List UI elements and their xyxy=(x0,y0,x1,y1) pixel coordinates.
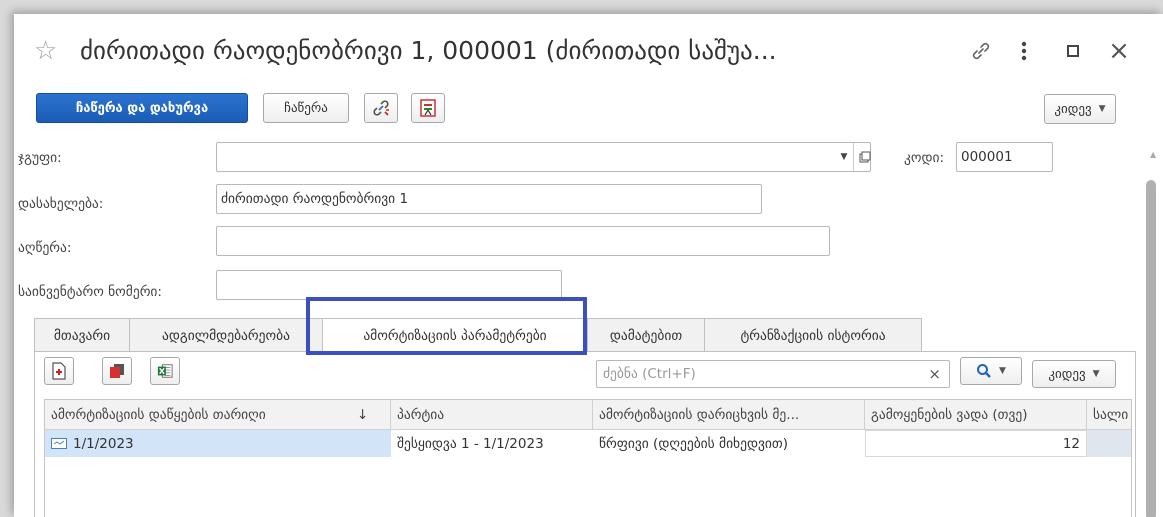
open-icon[interactable] xyxy=(853,143,875,171)
chevron-down-icon: ▼ xyxy=(999,366,1006,376)
cell-term[interactable]: 12 xyxy=(865,430,1087,457)
table-row[interactable]: 1/1/2023 შესყიდვა 1 - 1/1/2023 წრფივი (დ… xyxy=(45,430,1131,457)
column-header-term[interactable]: გამოყენების ვადა (თვე) xyxy=(865,400,1087,430)
save-button[interactable]: ჩაწერა xyxy=(263,93,349,123)
chevron-down-icon: ▼ xyxy=(1098,104,1106,114)
more-label: კიდევ xyxy=(1054,101,1092,117)
chevron-down-icon: ▼ xyxy=(1092,369,1100,379)
close-icon[interactable]: × xyxy=(1106,36,1132,66)
column-header-label: ამორტიზაციის დაწყების თარიღი xyxy=(51,407,266,423)
tab-additional[interactable]: დამატებით xyxy=(587,318,705,352)
tab-highlight-frame xyxy=(306,297,587,355)
add-row-button[interactable] xyxy=(44,357,74,385)
start-date-value: 1/1/2023 xyxy=(73,435,134,452)
save-and-close-button[interactable]: ჩაწერა და დახურვა xyxy=(36,93,248,123)
amortization-table: ამორტიზაციის დაწყების თარიღი ↓ პარტია ამ… xyxy=(44,399,1132,517)
export-excel-button[interactable] xyxy=(150,357,180,385)
row-icon xyxy=(51,438,67,449)
table-header: ამორტიზაციის დაწყების თარიღი ↓ პარტია ამ… xyxy=(45,400,1131,430)
search-button[interactable]: ▼ xyxy=(960,357,1022,385)
more-vertical-icon[interactable] xyxy=(1014,36,1034,66)
report-button[interactable] xyxy=(411,93,445,123)
column-header-batch[interactable]: პარტია xyxy=(391,400,593,430)
name-field[interactable]: ძირითადი რაოდენობრივი 1 xyxy=(216,184,762,214)
search-placeholder: ძებნა (Ctrl+F) xyxy=(603,366,696,382)
copy-icon xyxy=(110,364,124,378)
group-field[interactable]: ▼ xyxy=(216,142,871,172)
table-more-label: კიდევ xyxy=(1048,366,1086,382)
table-more-button[interactable]: კიდევ ▼ xyxy=(1032,360,1116,388)
code-label: კოდი: xyxy=(904,150,945,166)
copy-row-button[interactable] xyxy=(102,357,132,385)
inventory-number-field[interactable] xyxy=(216,270,562,300)
maximize-icon[interactable] xyxy=(1062,36,1084,66)
more-button[interactable]: კიდევ ▼ xyxy=(1044,94,1116,124)
column-header-start-date[interactable]: ამორტიზაციის დაწყების თარიღი ↓ xyxy=(45,400,391,430)
name-label: დასახელება: xyxy=(18,196,104,212)
search-icon xyxy=(977,364,991,378)
scrollbar-thumb[interactable] xyxy=(1146,180,1156,517)
scroll-up-icon[interactable]: ▲ xyxy=(1150,150,1156,159)
clear-icon[interactable]: × xyxy=(928,365,941,383)
description-label: აღწერა: xyxy=(18,240,72,256)
tab-location[interactable]: ადგილმდებარეობა xyxy=(129,318,323,352)
tab-transaction-history[interactable]: ტრანზაქციის ისტორია xyxy=(704,318,922,352)
star-icon[interactable]: ☆ xyxy=(34,38,57,64)
title-bar: ☆ ძირითადი რაოდენობრივი 1, 000001 (ძირით… xyxy=(14,14,1163,84)
report-icon xyxy=(420,99,436,117)
tab-main[interactable]: მთავარი xyxy=(34,318,130,352)
unlink-icon xyxy=(373,100,389,116)
page-title: ძირითადი რაოდენობრივი 1, 000001 (ძირითად… xyxy=(80,36,777,65)
cell-extra[interactable] xyxy=(1087,430,1131,457)
column-header-method[interactable]: ამორტიზაციის დარიცხვის მე... xyxy=(593,400,865,430)
code-field[interactable]: 000001 xyxy=(956,142,1053,172)
search-input[interactable]: ძებნა (Ctrl+F) × xyxy=(596,360,950,388)
unlink-button[interactable] xyxy=(364,93,398,123)
cell-batch[interactable]: შესყიდვა 1 - 1/1/2023 xyxy=(391,430,593,457)
add-document-icon xyxy=(52,362,66,380)
dropdown-icon[interactable]: ▼ xyxy=(833,143,855,171)
excel-icon xyxy=(157,364,173,378)
link-icon[interactable] xyxy=(966,36,996,66)
inventory-number-label: საინვენტარო ნომერი: xyxy=(18,284,162,300)
cell-method[interactable]: წრფივი (დღეების მიხედვით) xyxy=(593,430,865,457)
sort-indicator: ↓ xyxy=(357,407,369,423)
column-header-extra[interactable]: სალი xyxy=(1087,400,1131,430)
form-window: ☆ ძირითადი რაოდენობრივი 1, 000001 (ძირით… xyxy=(14,14,1163,517)
description-field[interactable] xyxy=(216,226,830,256)
group-label: ჯგუფი: xyxy=(18,150,62,166)
cell-start-date[interactable]: 1/1/2023 xyxy=(45,430,391,457)
